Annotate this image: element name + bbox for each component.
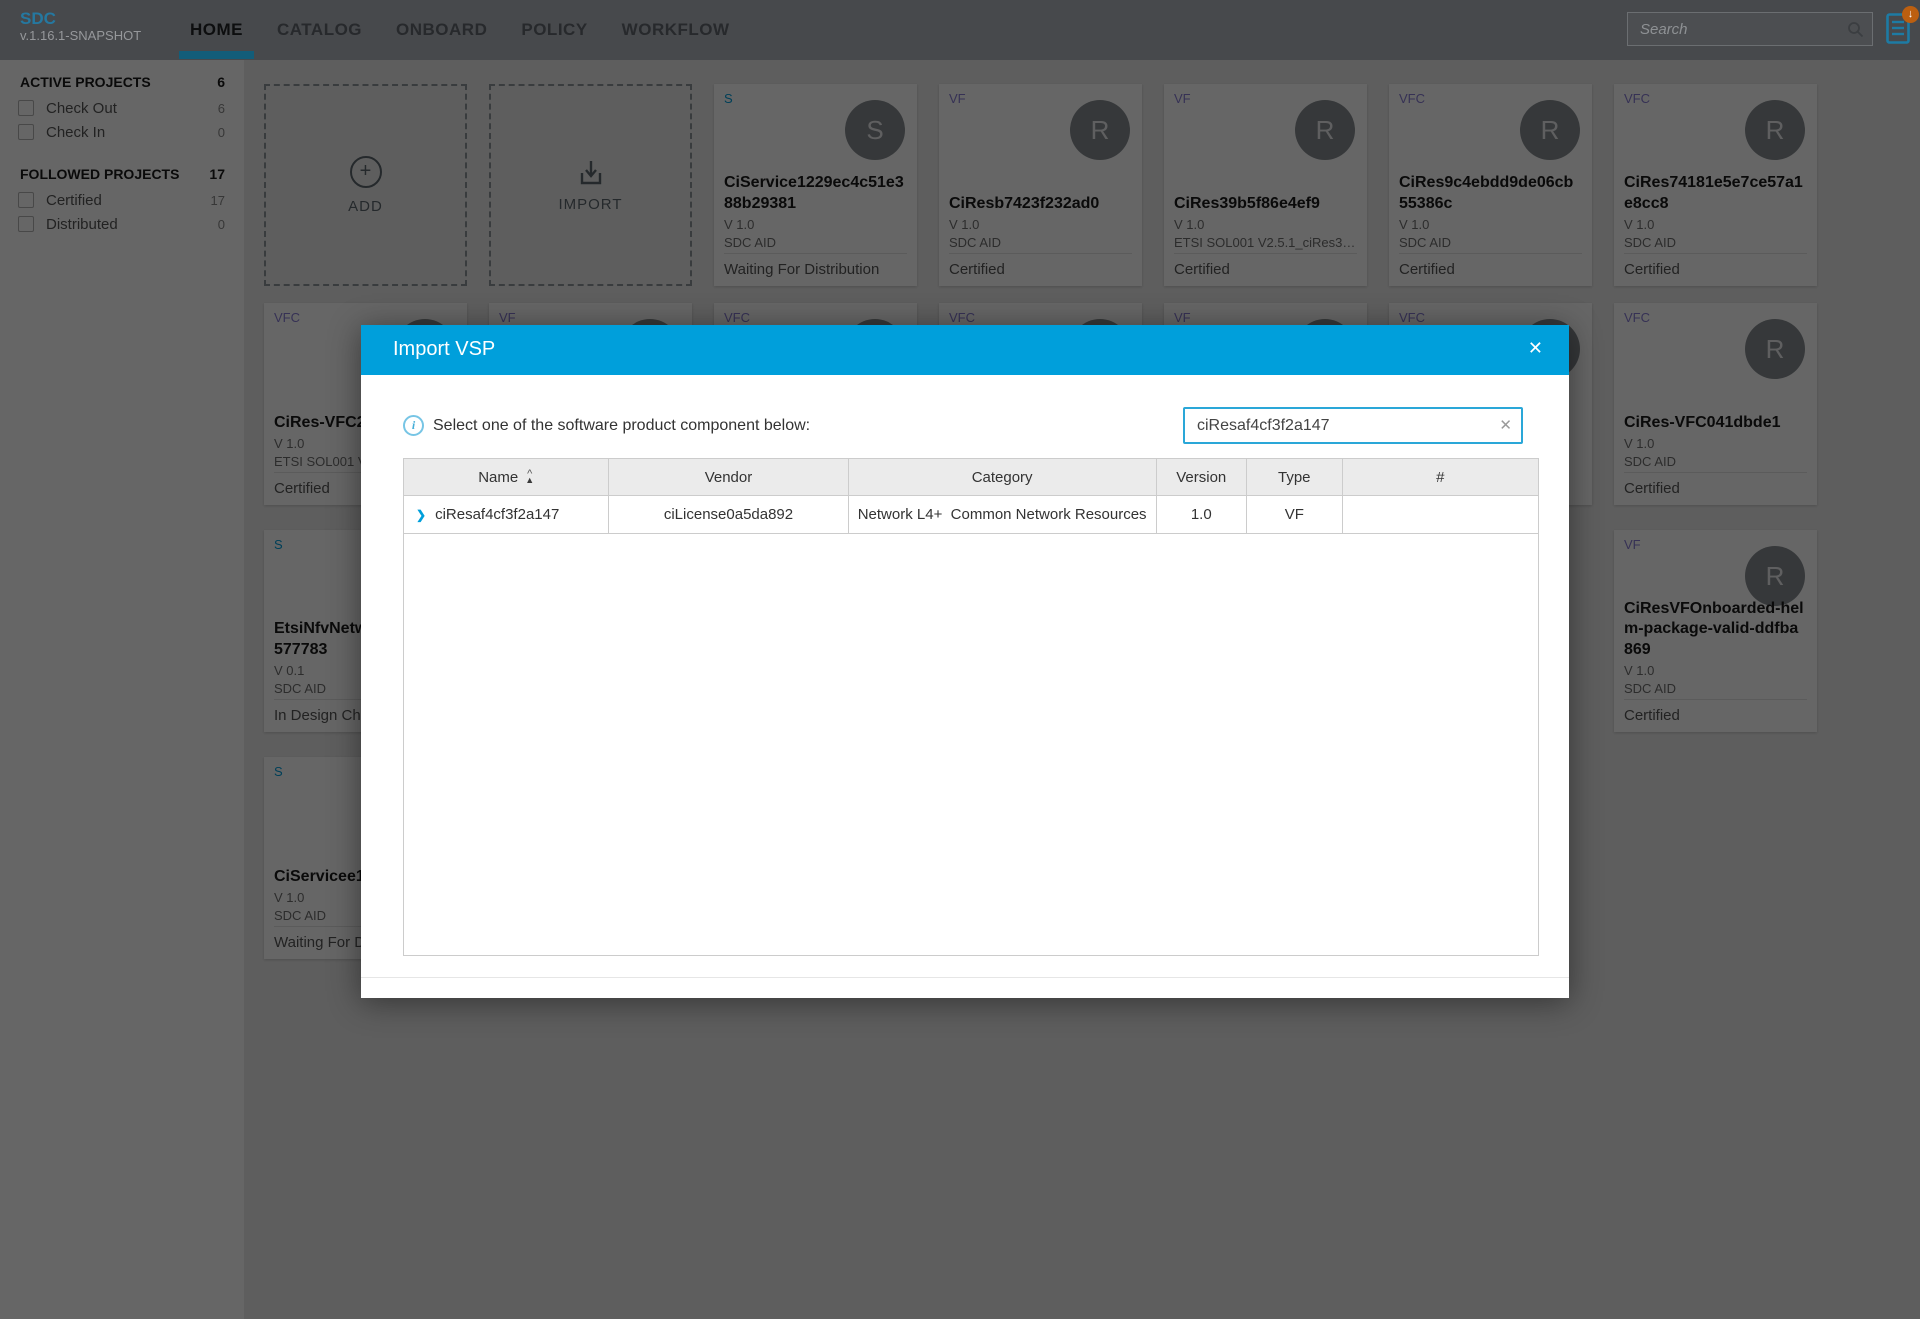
tab-catalog[interactable]: CATALOG [260,0,379,60]
column-label: Name [478,468,519,486]
tab-policy-label: POLICY [521,20,588,39]
tab-policy[interactable]: POLICY [504,0,604,60]
tab-home-label: HOME [190,20,243,39]
vsp-table: Name ^ ▲ Vendor Category Version Type # … [403,458,1539,956]
vsp-name: ciResaf4cf3f2a147 [435,506,560,523]
notifications-report-icon[interactable]: ↓ [1886,6,1919,47]
header-search-input[interactable] [1638,13,1842,45]
column-header-num[interactable]: # [1341,459,1538,495]
header-search-box [1627,12,1873,46]
search-icon [1848,22,1864,38]
import-vsp-modal: Import VSP ✕ i Select one of the softwar… [361,325,1569,998]
cell-version: 1.0 [1155,496,1246,533]
column-label: Version [1176,468,1227,486]
tab-onboard-label: ONBOARD [396,20,488,39]
column-header-version[interactable]: Version [1155,459,1246,495]
expand-chevron-icon[interactable]: ❯ [416,508,426,522]
tab-home[interactable]: HOME [173,0,260,60]
column-header-vendor[interactable]: Vendor [608,459,847,495]
tab-workflow-label: WORKFLOW [621,20,730,39]
clear-filter-icon[interactable]: ✕ [1499,416,1512,434]
column-label: Vendor [704,468,753,486]
vsp-filter-input[interactable] [1195,409,1489,442]
table-row[interactable]: ❯ ciResaf4cf3f2a147 ciLicense0a5da892 Ne… [404,496,1538,534]
logo-text: SDC [20,9,56,28]
vsp-filter-box: ✕ [1183,407,1523,444]
info-icon: i [403,415,424,436]
modal-info-text: Select one of the software product compo… [433,416,811,434]
tab-catalog-label: CATALOG [277,20,363,39]
main-nav: HOME CATALOG ONBOARD POLICY WORKFLOW [173,0,747,60]
column-label: Type [1278,468,1311,486]
close-icon[interactable]: ✕ [1528,338,1543,359]
vsp-table-header: Name ^ ▲ Vendor Category Version Type # [404,459,1538,496]
cell-name: ❯ ciResaf4cf3f2a147 [404,496,608,533]
modal-footer-divider [361,977,1569,978]
app-logo: SDC v.1.16.1-SNAPSHOT [20,9,141,43]
cell-vendor: ciLicense0a5da892 [608,496,847,533]
top-header: SDC v.1.16.1-SNAPSHOT HOME CATALOG ONBOA… [0,0,1920,60]
modal-info-row: i Select one of the software product com… [403,407,810,444]
column-header-type[interactable]: Type [1245,459,1342,495]
version-text: v.1.16.1-SNAPSHOT [20,27,142,43]
tab-workflow[interactable]: WORKFLOW [605,0,747,60]
cell-category: Network L4+ Common Network Resources [847,496,1156,533]
column-label: Category [971,468,1033,486]
column-label: # [1436,468,1445,486]
column-header-category[interactable]: Category [847,459,1156,495]
cell-num [1341,496,1538,533]
cell-type: VF [1245,496,1342,533]
sort-triangle: ▲ [525,475,535,485]
notification-badge: ↓ [1902,6,1919,23]
modal-title: Import VSP [393,338,496,360]
column-header-name[interactable]: Name ^ ▲ [404,459,608,495]
modal-header: Import VSP ✕ [361,325,1569,375]
sort-asc-icon: ^ ▲ [525,469,534,485]
tab-onboard[interactable]: ONBOARD [379,0,504,60]
